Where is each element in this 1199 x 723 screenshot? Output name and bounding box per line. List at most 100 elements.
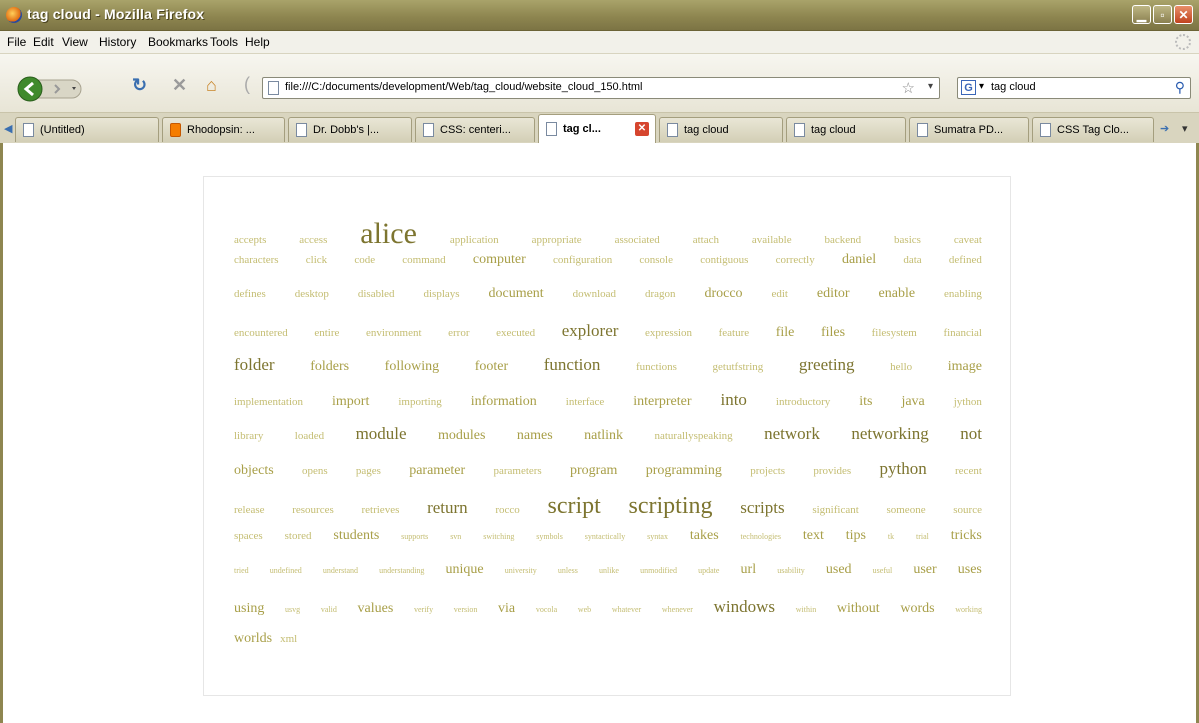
- tag-link[interactable]: displays: [423, 288, 459, 300]
- tag-link[interactable]: technologies: [741, 532, 781, 541]
- tag-link[interactable]: following: [385, 359, 439, 375]
- menu-history[interactable]: History: [99, 35, 136, 49]
- google-icon[interactable]: G: [961, 80, 976, 95]
- tag-link[interactable]: desktop: [295, 288, 329, 300]
- tag-link[interactable]: trial: [916, 532, 929, 541]
- tag-link[interactable]: whenever: [662, 605, 693, 614]
- tab-tag-cloud-active[interactable]: tag cl... ✕: [538, 114, 656, 143]
- tag-link[interactable]: appropriate: [532, 234, 582, 246]
- tab-css-centering[interactable]: CSS: centeri...: [415, 117, 535, 142]
- tag-link[interactable]: xml: [280, 633, 297, 645]
- tab-tag-cloud[interactable]: tag cloud: [659, 117, 783, 142]
- tag-link[interactable]: module: [356, 424, 407, 444]
- tag-link[interactable]: encountered: [234, 327, 288, 339]
- back-icon[interactable]: [17, 76, 43, 102]
- search-input[interactable]: tag cloud: [991, 81, 1036, 93]
- tab-dr-dobbs[interactable]: Dr. Dobb's |...: [288, 117, 412, 142]
- menu-help[interactable]: Help: [245, 35, 270, 49]
- tag-link[interactable]: source: [953, 504, 982, 516]
- tag-link[interactable]: code: [354, 254, 375, 266]
- tag-link[interactable]: values: [358, 601, 394, 617]
- tag-link[interactable]: information: [471, 394, 537, 410]
- tab-css-tag-cloud[interactable]: CSS Tag Clo...: [1032, 117, 1154, 142]
- tag-link[interactable]: interface: [566, 396, 604, 408]
- bookmark-star-icon[interactable]: ☆: [902, 79, 915, 97]
- tag-link[interactable]: jython: [954, 396, 982, 408]
- tag-link[interactable]: unlike: [599, 566, 619, 575]
- search-icon[interactable]: ⚲: [1175, 79, 1185, 96]
- tag-link[interactable]: unmodified: [640, 566, 677, 575]
- tag-link[interactable]: unique: [446, 562, 484, 578]
- tag-link[interactable]: getutfstring: [713, 361, 764, 373]
- tag-link[interactable]: spaces: [234, 530, 263, 542]
- tag-link[interactable]: syntactically: [585, 532, 625, 541]
- tag-link[interactable]: natlink: [584, 428, 623, 444]
- tag-link[interactable]: importing: [398, 396, 441, 408]
- tag-link[interactable]: financial: [943, 327, 981, 339]
- home-icon[interactable]: ⌂: [206, 75, 217, 96]
- tag-link[interactable]: symbols: [536, 532, 563, 541]
- tag-link[interactable]: working: [955, 605, 982, 614]
- tag-link[interactable]: application: [450, 234, 499, 246]
- tag-link[interactable]: basics: [894, 234, 921, 246]
- tag-link[interactable]: release: [234, 504, 265, 516]
- tag-link[interactable]: defined: [949, 254, 982, 266]
- tag-link[interactable]: implementation: [234, 396, 303, 408]
- tag-link[interactable]: hello: [890, 361, 912, 373]
- tag-link[interactable]: objects: [234, 463, 274, 479]
- tag-link[interactable]: folder: [234, 355, 275, 375]
- tag-link[interactable]: web: [578, 605, 591, 614]
- url-text[interactable]: file:///C:/documents/development/Web/tag…: [285, 81, 643, 93]
- tag-link[interactable]: tried: [234, 566, 249, 575]
- tag-link[interactable]: caveat: [954, 234, 982, 246]
- tag-link[interactable]: windows: [714, 597, 775, 617]
- tag-link[interactable]: download: [573, 288, 616, 300]
- tag-link[interactable]: enable: [879, 286, 916, 302]
- search-bar[interactable]: G ▾ tag cloud ⚲: [957, 77, 1191, 99]
- tag-link[interactable]: undefined: [270, 566, 302, 575]
- tag-link[interactable]: via: [498, 601, 515, 617]
- tag-link[interactable]: interpreter: [633, 394, 691, 410]
- tag-link[interactable]: correctly: [776, 254, 815, 266]
- reload-icon[interactable]: ↻: [132, 75, 147, 96]
- tag-link[interactable]: modules: [438, 428, 485, 444]
- close-tab-icon[interactable]: ✕: [635, 122, 649, 136]
- tag-link[interactable]: image: [948, 359, 982, 375]
- tag-link[interactable]: document: [488, 286, 543, 302]
- tag-link[interactable]: provides: [813, 465, 851, 477]
- tag-link[interactable]: footer: [475, 359, 508, 375]
- tag-link[interactable]: python: [880, 459, 927, 479]
- tag-link[interactable]: understanding: [379, 566, 424, 575]
- tag-link[interactable]: attach: [693, 234, 719, 246]
- tag-link[interactable]: tricks: [951, 528, 982, 544]
- tag-link[interactable]: worlds: [234, 631, 272, 647]
- tag-link[interactable]: configuration: [553, 254, 612, 266]
- title-bar[interactable]: tag cloud - Mozilla Firefox ▁ ▫ ✕: [0, 0, 1199, 31]
- menu-file[interactable]: File: [7, 35, 26, 49]
- tag-link[interactable]: dragon: [645, 288, 676, 300]
- tag-link[interactable]: function: [544, 355, 601, 375]
- tag-link[interactable]: scripting: [629, 493, 713, 520]
- tag-link[interactable]: command: [402, 254, 445, 266]
- tag-link[interactable]: names: [517, 428, 553, 444]
- tag-link[interactable]: functions: [636, 361, 677, 373]
- tag-link[interactable]: projects: [750, 465, 785, 477]
- tag-link[interactable]: scripts: [740, 498, 784, 518]
- tag-link[interactable]: library: [234, 430, 263, 442]
- tag-link[interactable]: takes: [690, 528, 719, 544]
- tag-link[interactable]: java: [901, 394, 924, 410]
- tag-link[interactable]: defines: [234, 288, 266, 300]
- tag-link[interactable]: using: [234, 601, 264, 617]
- tag-link[interactable]: used: [826, 562, 852, 578]
- tag-link[interactable]: someone: [886, 504, 925, 516]
- tag-link[interactable]: uses: [958, 562, 982, 578]
- menu-edit[interactable]: Edit: [33, 35, 54, 49]
- tag-link[interactable]: usability: [777, 566, 805, 575]
- tag-link[interactable]: edit: [771, 288, 788, 300]
- tag-link[interactable]: file: [776, 325, 795, 341]
- tag-link[interactable]: its: [859, 394, 872, 410]
- tag-link[interactable]: programming: [646, 463, 722, 479]
- tag-link[interactable]: parameters: [493, 465, 541, 477]
- tag-link[interactable]: executed: [496, 327, 535, 339]
- tag-link[interactable]: loaded: [295, 430, 324, 442]
